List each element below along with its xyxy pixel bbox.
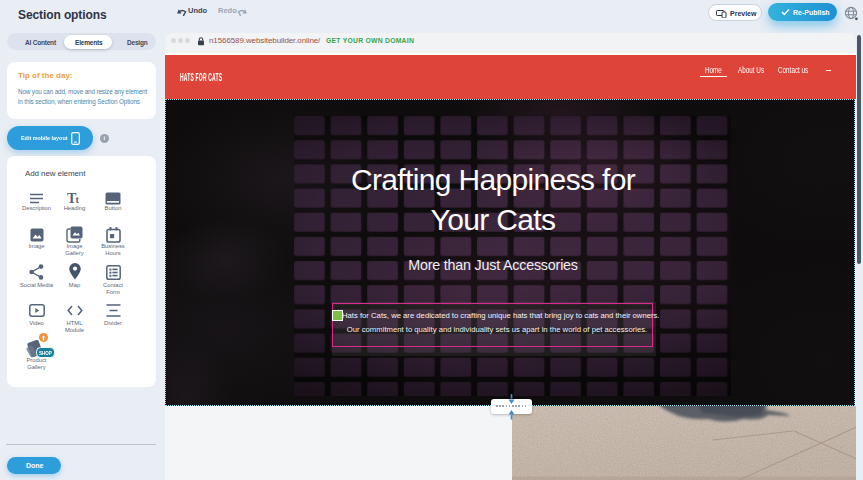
svg-text:t: t [76,194,80,205]
